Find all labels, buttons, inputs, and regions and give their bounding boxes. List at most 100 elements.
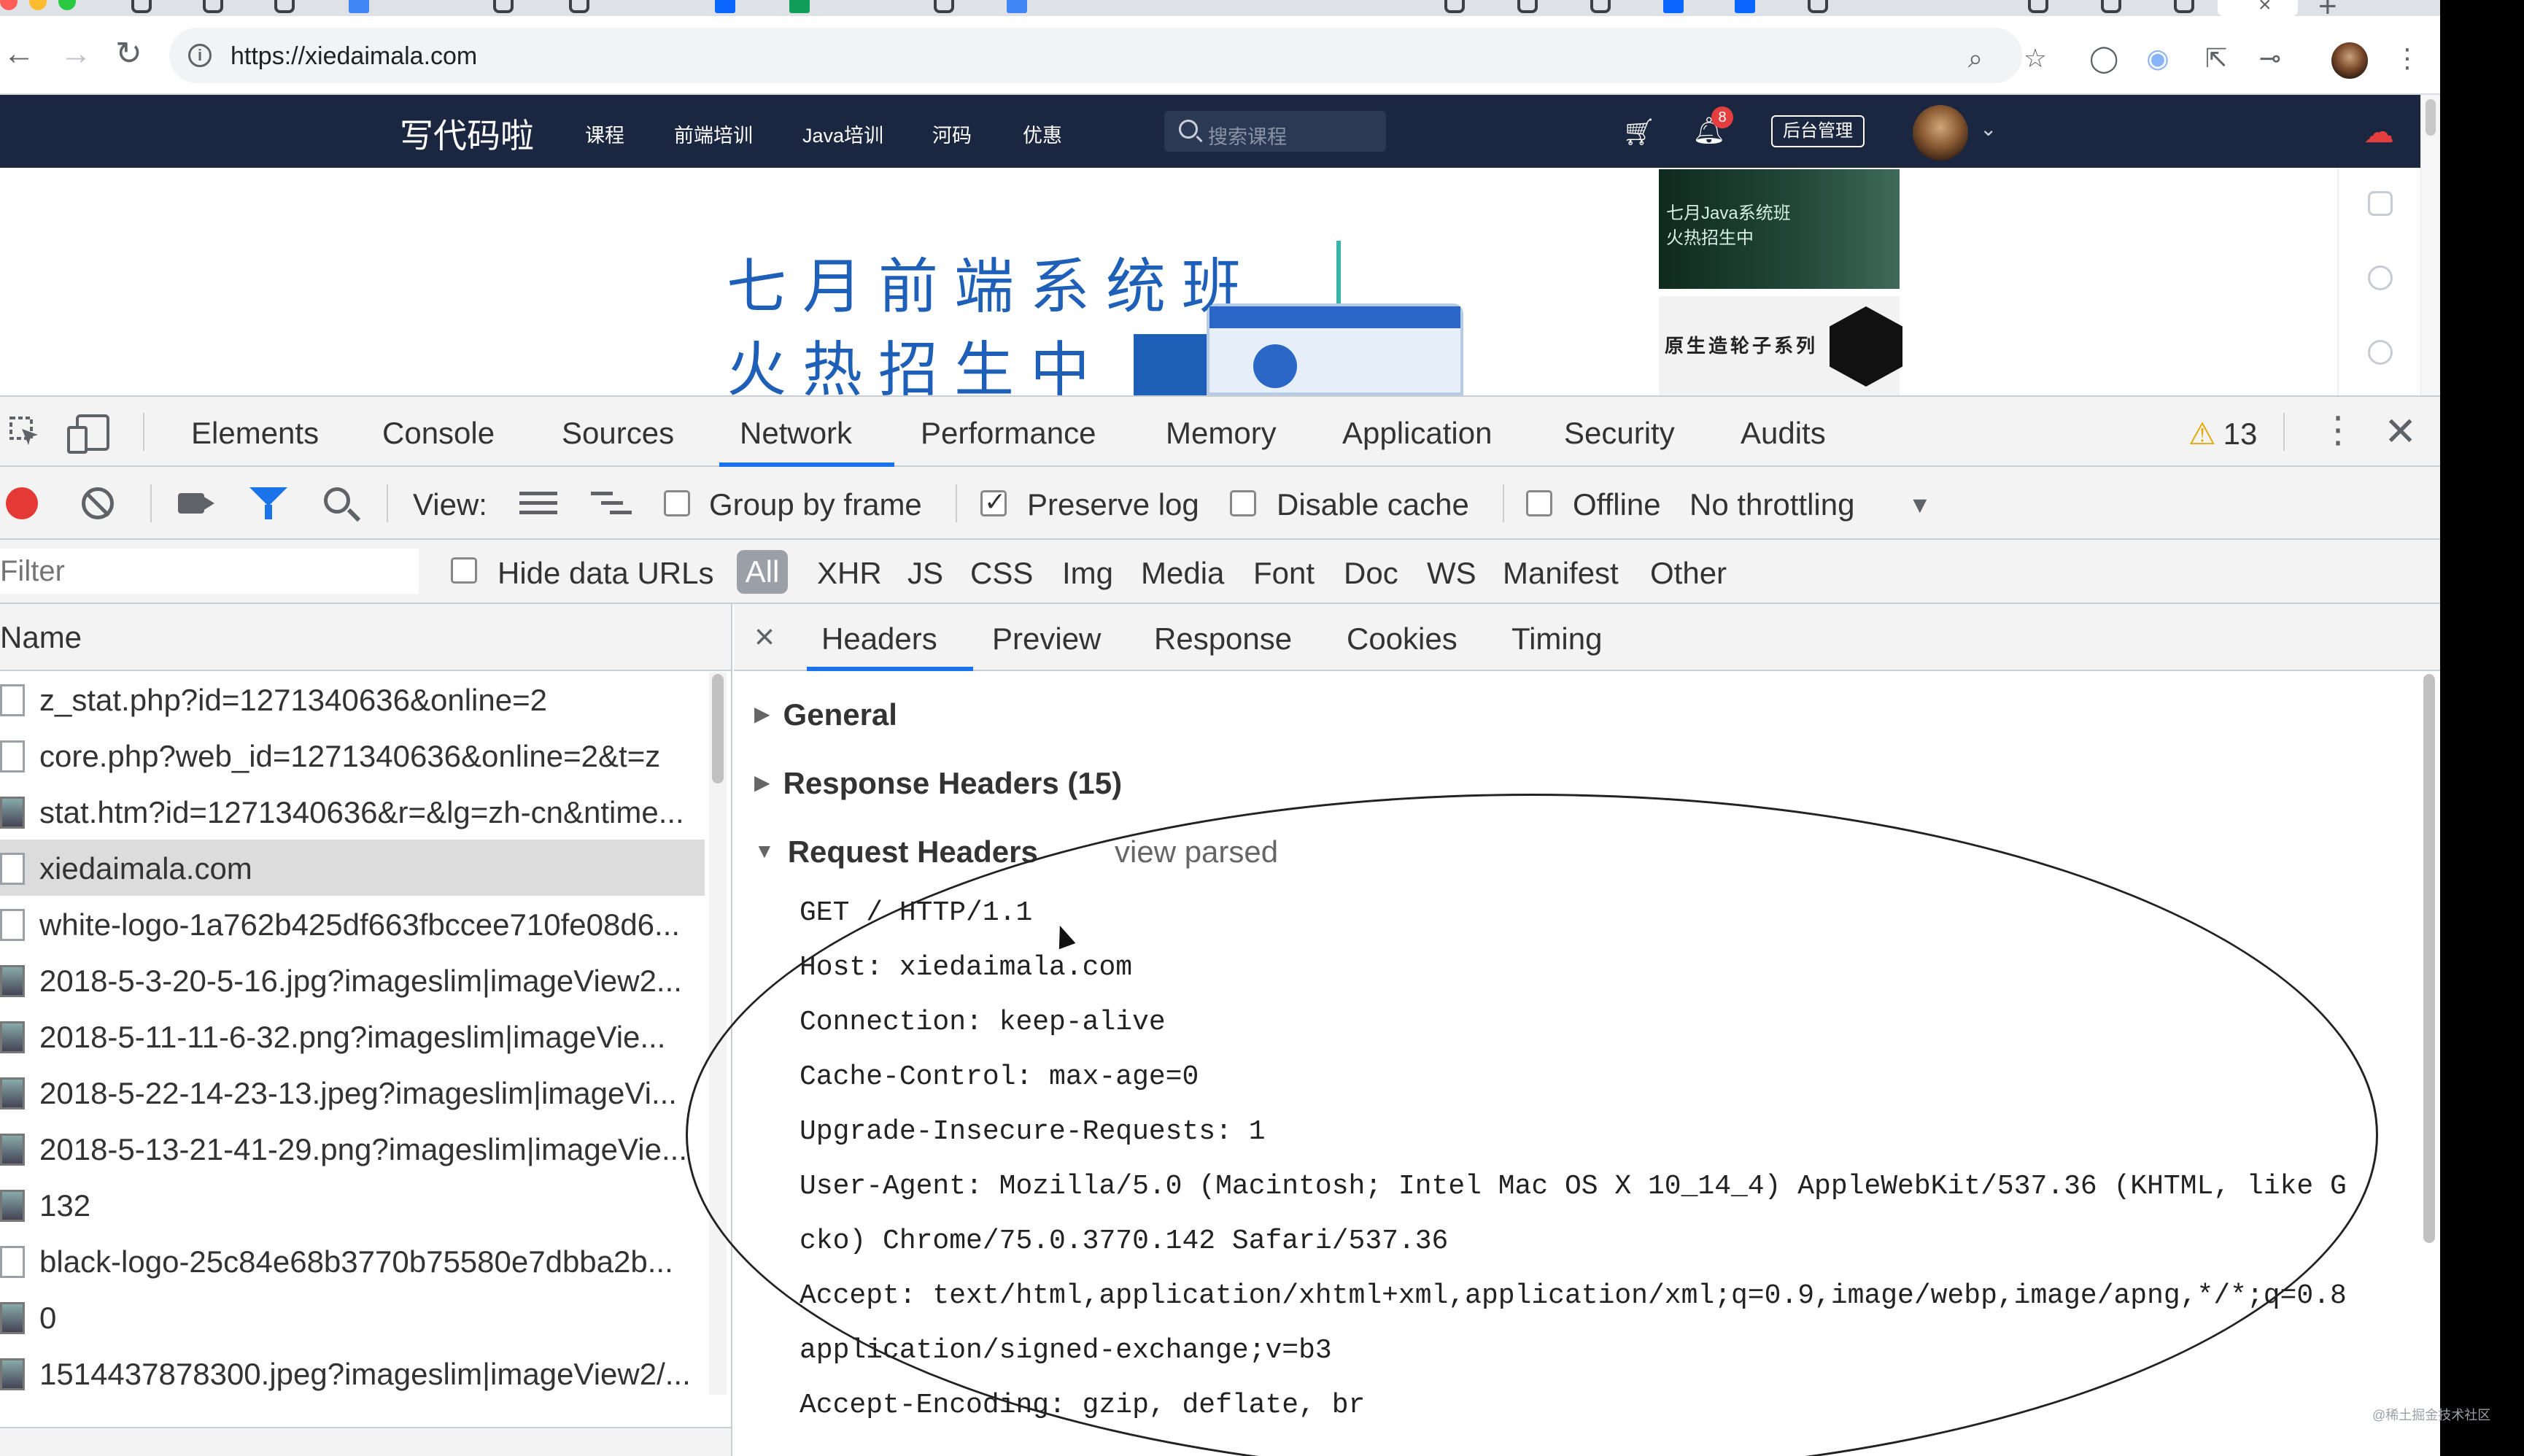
github-tab-icon[interactable]: [934, 0, 963, 13]
side-ad-java[interactable]: 七月Java系统班 火热招生中: [1659, 169, 1900, 289]
tab-timing[interactable]: Timing: [1511, 621, 1602, 657]
filter-icon[interactable]: [249, 487, 287, 519]
back-icon[interactable]: ←: [3, 38, 35, 70]
github-tab-icon[interactable]: [2101, 0, 2130, 13]
filter-input[interactable]: [0, 549, 419, 594]
site-logo[interactable]: 写代码啦: [400, 109, 534, 158]
bookmark-star-icon[interactable]: ☆: [2021, 44, 2050, 73]
tab-memory[interactable]: Memory: [1166, 416, 1277, 451]
type-filter-img[interactable]: Img: [1062, 556, 1113, 591]
request-row[interactable]: black-logo-25c84e68b3770b75580e7dbba2b..…: [0, 1233, 705, 1289]
zhihu-tab-icon[interactable]: [1663, 0, 1692, 13]
github-tab-icon[interactable]: [131, 0, 160, 13]
request-row[interactable]: 1514437878300.jpeg?imageslim|imageView2/…: [0, 1345, 705, 1401]
request-row[interactable]: 2018-5-11-11-6-32.png?imageslim|imageVie…: [0, 1008, 705, 1064]
github-tab-icon[interactable]: [2028, 0, 2057, 13]
reload-icon[interactable]: ↻: [115, 38, 142, 70]
site-nav-courses[interactable]: 课程: [585, 120, 624, 148]
type-filter-css[interactable]: CSS: [970, 556, 1033, 591]
clear-icon[interactable]: [82, 487, 114, 519]
devtools-close-icon[interactable]: ✕: [2384, 408, 2417, 454]
section-response-headers[interactable]: ▶ Response Headers (15): [754, 766, 1122, 801]
zhihu-tab-icon[interactable]: [1735, 0, 1764, 13]
github-tab-icon[interactable]: [1808, 0, 1837, 13]
tab-console[interactable]: Console: [382, 416, 495, 451]
group-by-frame-label[interactable]: Group by frame: [709, 487, 922, 522]
expand-triangle-icon[interactable]: ▶: [754, 702, 770, 726]
cart-icon[interactable]: 🛒︎: [1622, 117, 1656, 147]
tab-audits[interactable]: Audits: [1741, 416, 1826, 451]
window-controls[interactable]: [0, 0, 88, 14]
site-nav-java[interactable]: Java培训: [802, 120, 883, 148]
extension-icon[interactable]: ◉: [2143, 44, 2172, 73]
offline-label[interactable]: Offline: [1573, 487, 1661, 522]
capture-screenshots-icon[interactable]: [178, 493, 204, 514]
tab-headers[interactable]: Headers: [821, 621, 937, 657]
active-tab[interactable]: ×: [2218, 0, 2298, 16]
tab-application[interactable]: Application: [1342, 416, 1492, 451]
site-tab-icon[interactable]: [715, 0, 744, 13]
promo-banner[interactable]: 七月前端系统班 火热招生中: [500, 168, 1463, 395]
wechat-icon[interactable]: [2368, 266, 2393, 290]
type-filter-all[interactable]: All: [737, 550, 788, 594]
extension-icon[interactable]: ⊸: [2256, 44, 2285, 73]
hide-data-urls-checkbox[interactable]: [451, 557, 477, 584]
inspect-element-icon[interactable]: [9, 416, 41, 448]
extension-icon[interactable]: ⇱: [2202, 44, 2231, 73]
disable-cache-checkbox[interactable]: [1230, 490, 1256, 516]
address-bar[interactable]: i https://xiedaimala.com: [169, 28, 2022, 83]
side-ad-wheels[interactable]: 原生造轮子系列: [1659, 296, 1902, 395]
request-row[interactable]: 2018-5-13-21-41-29.png?imageslim|imageVi…: [0, 1120, 705, 1177]
request-row[interactable]: white-logo-1a762b425df663fbccee710fe08d6…: [0, 896, 705, 952]
site-info-icon[interactable]: i: [188, 44, 212, 67]
type-filter-font[interactable]: Font: [1253, 556, 1315, 591]
github-tab-icon[interactable]: [203, 0, 232, 13]
devtools-menu-icon[interactable]: ⋮: [2320, 408, 2356, 451]
throttling-select[interactable]: No throttling: [1689, 487, 1854, 522]
github-tab-icon[interactable]: [1444, 0, 1474, 13]
type-filter-ws[interactable]: WS: [1427, 556, 1476, 591]
request-list-scrollbar[interactable]: [709, 673, 727, 1395]
dropdown-caret-icon[interactable]: ▼: [1908, 492, 1932, 519]
preserve-log-label[interactable]: Preserve log: [1027, 487, 1199, 522]
forward-icon[interactable]: →: [60, 38, 92, 70]
tab-security[interactable]: Security: [1564, 416, 1675, 451]
type-filter-doc[interactable]: Doc: [1344, 556, 1398, 591]
request-row[interactable]: stat.htm?id=1271340636&r=&lg=zh-cn&ntime…: [0, 783, 705, 840]
docs-tab-icon[interactable]: [493, 0, 522, 13]
tab-performance[interactable]: Performance: [921, 416, 1096, 451]
detail-scrollbar[interactable]: [2420, 674, 2438, 1456]
menu-kebab-icon[interactable]: ⋮: [2393, 44, 2422, 73]
record-button[interactable]: [6, 487, 38, 519]
type-filter-other[interactable]: Other: [1650, 556, 1727, 591]
extension-icon[interactable]: ◯: [2089, 44, 2118, 73]
new-tab-button[interactable]: +: [2318, 0, 2337, 16]
device-toolbar-icon[interactable]: [67, 414, 109, 454]
request-row-selected[interactable]: xiedaimala.com: [0, 840, 705, 896]
link-icon[interactable]: [2368, 340, 2393, 365]
chevron-down-icon[interactable]: ⌄: [1980, 117, 1997, 141]
collapse-triangle-icon[interactable]: ▼: [754, 840, 775, 863]
request-row[interactable]: 2018-5-3-20-5-16.jpg?imageslim|imageView…: [0, 952, 705, 1008]
github-tab-icon[interactable]: [2174, 0, 2203, 13]
profile-avatar[interactable]: [2331, 42, 2368, 79]
type-filter-js[interactable]: JS: [907, 556, 943, 591]
expand-triangle-icon[interactable]: ▶: [754, 770, 770, 794]
site-nav-offers[interactable]: 优惠: [1023, 120, 1062, 148]
admin-button[interactable]: 后台管理: [1771, 115, 1865, 147]
section-general[interactable]: ▶ General: [754, 697, 897, 732]
github-tab-icon[interactable]: [1517, 0, 1546, 13]
tab-preview[interactable]: Preview: [992, 621, 1101, 657]
request-row[interactable]: core.php?web_id=1271340636&online=2&t=z: [0, 727, 705, 783]
site-nav-frontend[interactable]: 前端培训: [674, 120, 753, 148]
type-filter-xhr[interactable]: XHR: [817, 556, 882, 591]
brand-icon[interactable]: ☁: [2364, 114, 2394, 150]
warnings-counter[interactable]: ⚠ 13: [2188, 416, 2257, 452]
tab-sources[interactable]: Sources: [562, 416, 674, 451]
type-filter-manifest[interactable]: Manifest: [1503, 556, 1619, 591]
view-parsed-link[interactable]: view parsed: [1115, 835, 1278, 870]
preserve-log-checkbox[interactable]: [980, 487, 1007, 517]
url-text[interactable]: https://xiedaimala.com: [231, 42, 477, 71]
close-icon[interactable]: ×: [754, 617, 775, 657]
tab-close-icon[interactable]: ×: [2258, 0, 2272, 16]
